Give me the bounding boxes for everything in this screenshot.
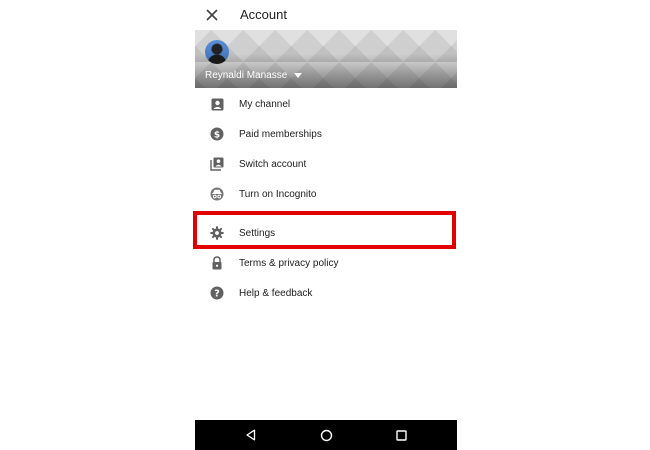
recents-square-icon <box>395 429 407 441</box>
menu-item-help-feedback[interactable]: ? Help & feedback <box>195 278 457 308</box>
lock-icon <box>210 256 224 270</box>
incognito-icon <box>210 187 224 201</box>
switch-account-icon <box>210 157 224 171</box>
recents-button[interactable] <box>394 428 408 442</box>
arrow-drop-down-icon <box>294 72 303 78</box>
help-circle-icon: ? <box>210 286 224 300</box>
back-triangle-icon <box>246 429 256 441</box>
close-button[interactable] <box>203 6 221 24</box>
menu-item-terms-privacy[interactable]: Terms & privacy policy <box>195 248 457 278</box>
home-circle-icon <box>320 429 332 441</box>
menu-item-label: Turn on Incognito <box>239 188 317 200</box>
dollar-circle-icon: $ <box>210 127 224 141</box>
app-bar: Account <box>195 0 457 30</box>
account-switcher[interactable]: Reynaldi Manasse <box>205 68 303 82</box>
menu-item-label: Help & feedback <box>239 287 313 299</box>
menu-item-my-channel[interactable]: My channel <box>195 89 457 119</box>
account-name: Reynaldi Manasse <box>205 69 288 81</box>
close-icon <box>206 9 218 21</box>
back-button[interactable] <box>244 428 258 442</box>
person-box-icon <box>210 97 224 111</box>
account-banner: Reynaldi Manasse <box>195 30 457 88</box>
menu-item-incognito[interactable]: Turn on Incognito <box>195 179 457 209</box>
menu-item-label: Terms & privacy policy <box>239 257 339 269</box>
avatar[interactable] <box>205 40 229 64</box>
menu-item-label: My channel <box>239 98 291 110</box>
menu-item-label: Switch account <box>239 158 307 170</box>
svg-text:?: ? <box>214 289 220 300</box>
menu-item-paid-memberships[interactable]: $ Paid memberships <box>195 119 457 149</box>
home-button[interactable] <box>319 428 333 442</box>
menu-item-label: Paid memberships <box>239 128 322 140</box>
page-title: Account <box>240 7 287 22</box>
svg-text:$: $ <box>214 131 220 141</box>
menu-item-switch-account[interactable]: Switch account <box>195 149 457 179</box>
settings-highlight-box <box>193 211 456 249</box>
android-nav-bar <box>195 420 457 450</box>
